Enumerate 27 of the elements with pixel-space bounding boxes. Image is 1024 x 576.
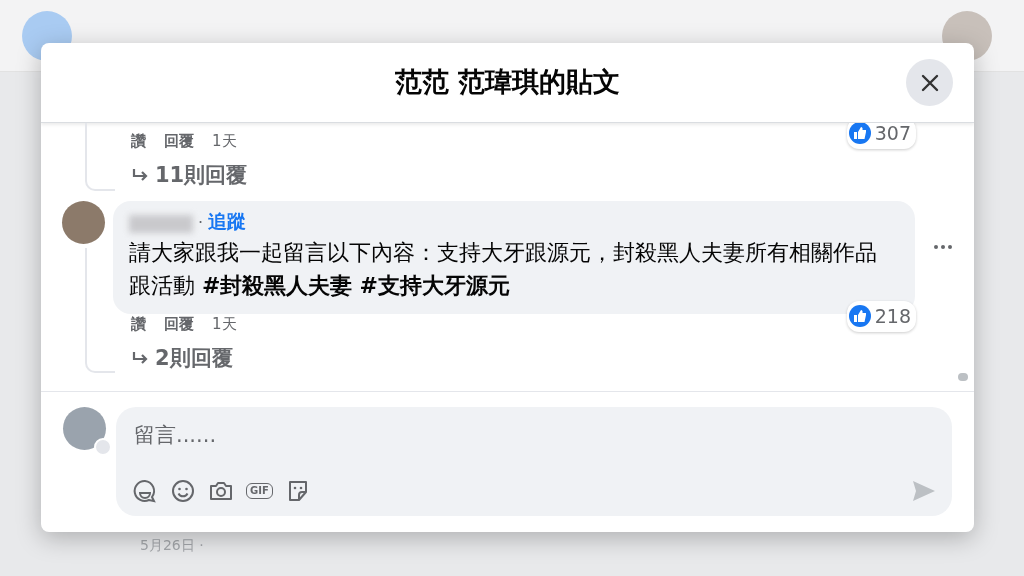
view-replies-link[interactable]: 2則回覆 <box>61 343 233 375</box>
separator-dot: · <box>198 213 204 232</box>
action-link[interactable]: 回覆 <box>164 130 194 153</box>
avatar-sticker-icon[interactable] <box>132 478 158 504</box>
more-icon[interactable] <box>934 245 952 249</box>
comment-time[interactable]: 1天 <box>212 313 237 336</box>
action-link[interactable]: 回覆 <box>164 313 194 336</box>
view-replies-link[interactable]: 11則回覆 <box>61 160 248 192</box>
action-link[interactable]: 讚 <box>131 130 146 153</box>
close-button[interactable] <box>906 59 953 106</box>
commenter-avatar[interactable] <box>62 201 105 244</box>
close-icon <box>920 73 939 92</box>
like-count[interactable]: 218 <box>846 301 916 332</box>
post-date: 5月26日 · <box>140 537 204 553</box>
gif-button[interactable]: GIF <box>246 483 273 499</box>
comment-field[interactable]: 留言...... GIF <box>116 407 952 516</box>
blurred-name <box>129 214 193 233</box>
scrollbar[interactable] <box>958 373 968 381</box>
action-link[interactable]: 讚 <box>131 313 146 336</box>
comment-time[interactable]: 1天 <box>212 130 237 153</box>
comment-text: 請大家跟我一起留言以下內容：支持大牙跟源元，封殺黑人夫妻所有相關作品跟活動 #封殺黑人夫妻 #支持大牙源元 <box>129 238 878 300</box>
dialog-title: 范范 范瑋琪的貼文 <box>394 65 621 100</box>
like-icon <box>848 123 871 145</box>
like-count[interactable]: 307 <box>846 123 916 149</box>
follow-link[interactable]: 追蹤 <box>208 210 247 232</box>
emoji-icon[interactable] <box>170 478 196 504</box>
like-icon <box>848 305 871 328</box>
